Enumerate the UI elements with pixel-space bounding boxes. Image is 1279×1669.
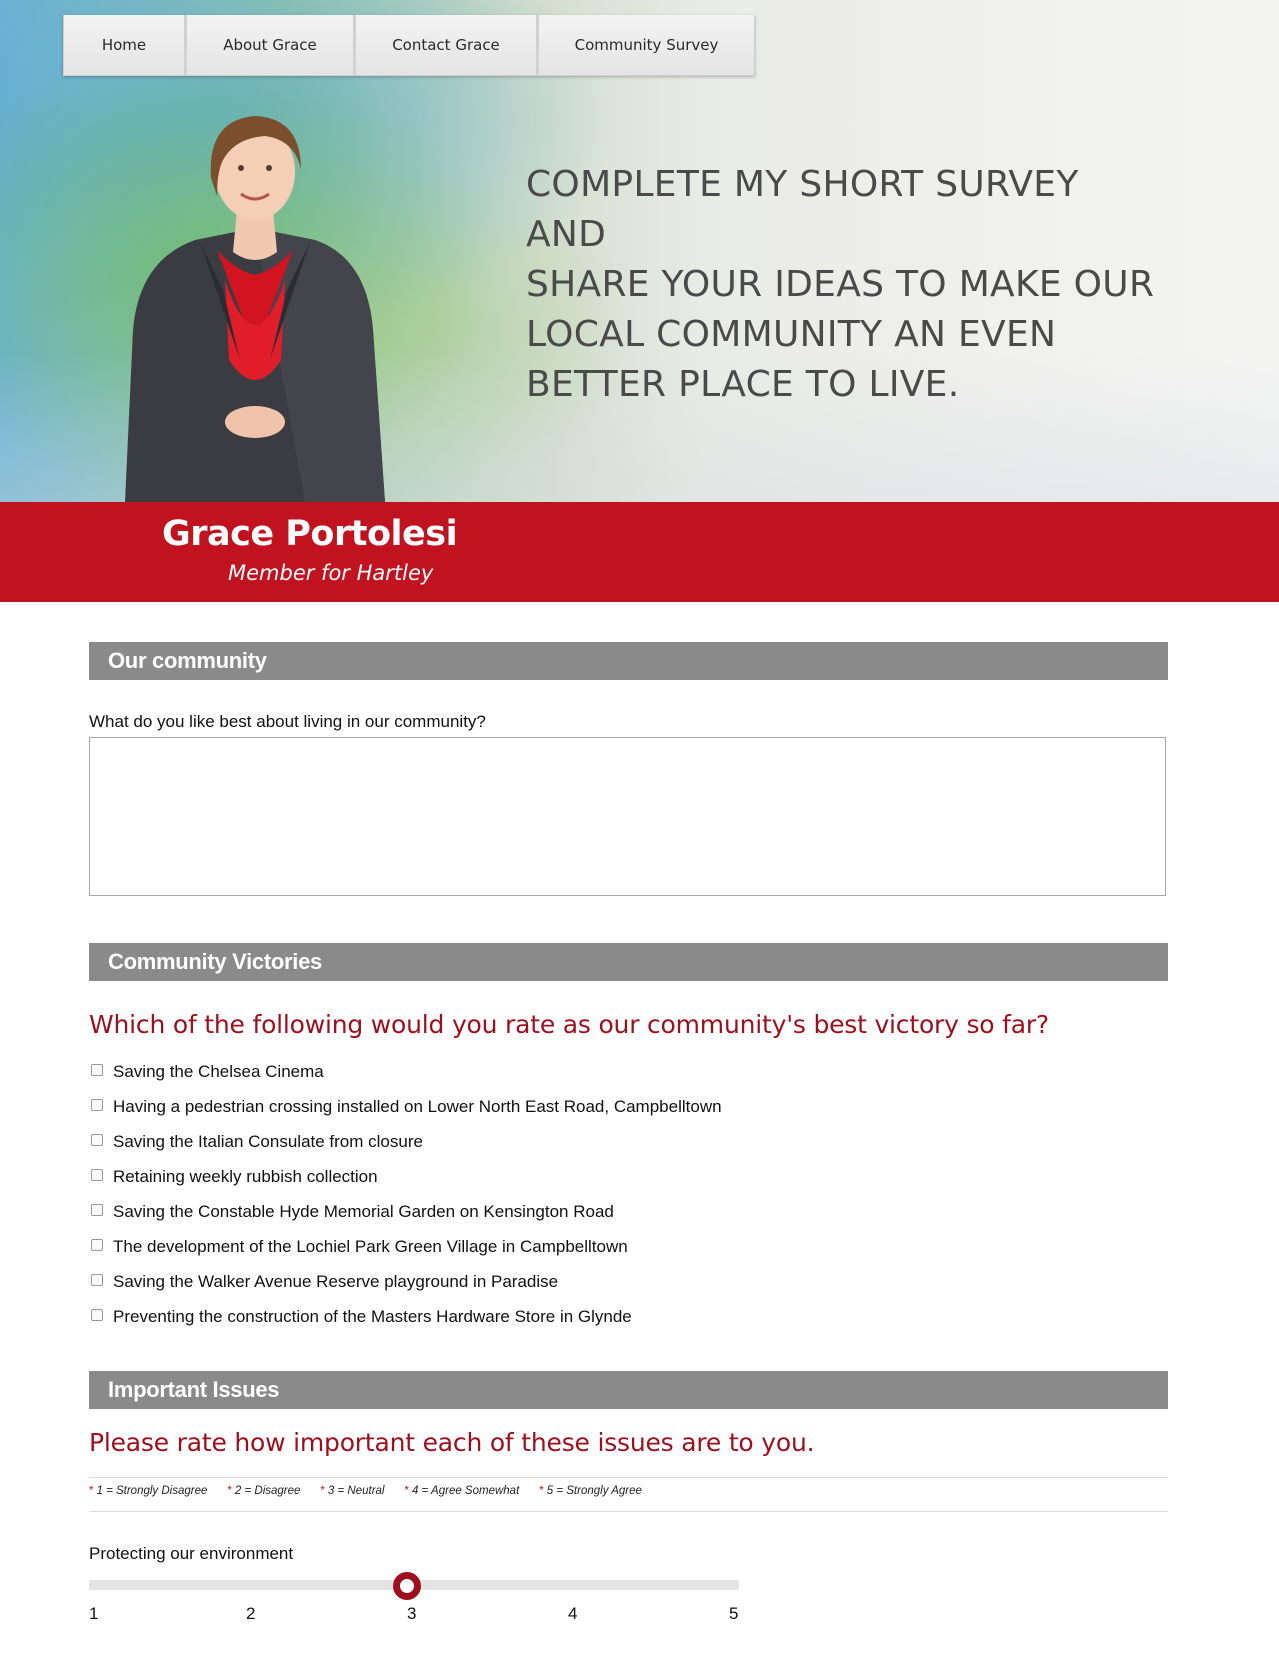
legend-divider-bottom	[89, 1511, 1168, 1512]
victory-option: The development of the Lochiel Park Gree…	[91, 1235, 628, 1259]
tagline-line-4: better place to live.	[526, 364, 960, 405]
legend-item: * 3 = Neutral	[320, 1485, 385, 1497]
slider-tick-4: 4	[568, 1604, 578, 1623]
nav-about-grace[interactable]: About Grace	[185, 15, 354, 76]
legend-item: * 1 = Strongly Disagree	[89, 1485, 208, 1497]
victory-option: Having a pedestrian crossing installed o…	[91, 1095, 722, 1119]
issues-question: Please rate how important each of these …	[89, 1428, 815, 1457]
section-header-our-community: Our community	[89, 642, 1168, 680]
victory-checkbox-8[interactable]	[91, 1309, 103, 1321]
victory-option: Saving the Constable Hyde Memorial Garde…	[91, 1200, 614, 1224]
victory-checkbox-1[interactable]	[91, 1064, 103, 1076]
rating-legend: * 1 = Strongly Disagree * 2 = Disagree * 3 …	[89, 1485, 662, 1497]
member-role: Member for Hartley	[228, 561, 434, 585]
slider-handle[interactable]	[393, 1572, 422, 1600]
nav-community-survey[interactable]: Community Survey	[537, 15, 755, 76]
main-nav: Home About Grace Contact Grace Community…	[63, 15, 755, 76]
victory-option: Saving the Chelsea Cinema	[91, 1060, 324, 1084]
hero-banner: Home About Grace Contact Grace Community…	[0, 0, 1279, 502]
victory-option: Retaining weekly rubbish collection	[91, 1165, 378, 1189]
victory-option-label: Preventing the construction of the Maste…	[113, 1307, 632, 1326]
member-name: Grace Portolesi	[162, 514, 458, 554]
victory-option-label: Saving the Walker Avenue Reserve playgro…	[113, 1272, 559, 1291]
victory-option: Saving the Walker Avenue Reserve playgro…	[91, 1270, 558, 1294]
section-header-important-issues: Important Issues	[89, 1371, 1168, 1409]
victory-option-label: Having a pedestrian crossing installed o…	[113, 1097, 722, 1116]
victory-checkbox-7[interactable]	[91, 1274, 103, 1286]
victory-checkbox-5[interactable]	[91, 1204, 103, 1216]
victory-option-label: Retaining weekly rubbish collection	[113, 1167, 378, 1186]
issue-label-environment: Protecting our environment	[89, 1544, 294, 1563]
slider-tick-3: 3	[407, 1604, 417, 1623]
victory-option-label: Saving the Italian Consulate from closur…	[113, 1132, 423, 1151]
hero-tagline: Complete my short survey and share your …	[526, 160, 1166, 410]
name-banner: Grace Portolesi Member for Hartley	[0, 502, 1279, 602]
victory-checkbox-6[interactable]	[91, 1239, 103, 1251]
victory-checkbox-2[interactable]	[91, 1099, 103, 1111]
slider-tick-5: 5	[729, 1604, 739, 1623]
victory-option-label: The development of the Lochiel Park Gree…	[113, 1237, 628, 1256]
legend-item: * 5 = Strongly Agree	[539, 1485, 642, 1497]
nav-contact-grace[interactable]: Contact Grace	[354, 15, 537, 76]
victory-checkbox-4[interactable]	[91, 1169, 103, 1181]
community-answer-field[interactable]	[89, 737, 1166, 896]
victory-option-label: Saving the Chelsea Cinema	[113, 1062, 324, 1081]
section-header-community-victories: Community Victories	[89, 943, 1168, 981]
slider-tick-1: 1	[89, 1604, 99, 1623]
legend-item: * 4 = Agree Somewhat	[404, 1485, 520, 1497]
portrait-photo	[125, 116, 385, 502]
tagline-line-3: local community an even	[526, 314, 1057, 355]
slider-tick-2: 2	[246, 1604, 256, 1623]
victory-option-label: Saving the Constable Hyde Memorial Garde…	[113, 1202, 614, 1221]
legend-item: * 2 = Disagree	[227, 1485, 301, 1497]
tagline-line-1: Complete my short survey and	[526, 164, 1079, 255]
victory-option: Saving the Italian Consulate from closur…	[91, 1130, 423, 1154]
question-label-community: What do you like best about living in ou…	[89, 712, 486, 731]
nav-home[interactable]: Home	[63, 15, 185, 76]
legend-divider-top	[89, 1477, 1168, 1478]
tagline-line-2: share your ideas to make our	[526, 264, 1155, 305]
victory-option: Preventing the construction of the Maste…	[91, 1305, 632, 1329]
victories-question: Which of the following would you rate as…	[89, 1010, 1050, 1039]
victory-checkbox-3[interactable]	[91, 1134, 103, 1146]
